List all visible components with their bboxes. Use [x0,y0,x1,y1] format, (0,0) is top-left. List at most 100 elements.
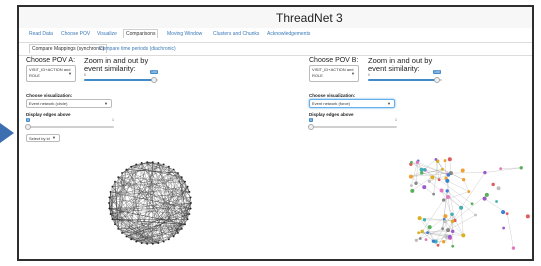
zoom-a-value: 100 [150,70,158,74]
network-node [451,244,455,248]
network-node [180,227,183,230]
zoom-b-label: Zoom in and out by event similarity: [368,56,433,73]
network-node [189,196,192,199]
sub-nav: Compare Mappings (synchronic) Compare ti… [19,43,532,56]
network-node [431,239,436,243]
network-node [108,207,111,210]
network-node [167,238,170,241]
network-node [461,233,466,238]
network-node [125,168,128,171]
network-edge [438,169,443,180]
network-node [172,168,175,171]
edges-b-value: 0 [309,118,313,122]
network-node [114,180,116,183]
tab-acknowledgements[interactable]: Acknowledgements [267,31,310,37]
zoom-b-handle[interactable] [434,77,440,83]
network-node [467,190,471,193]
app-window: ThreadNet 3 Read Data Choose POV Visuali… [17,5,534,261]
network-edge [447,180,469,192]
tab-compare-time-periods[interactable]: Compare time periods (diachronic) [99,46,176,52]
network-node [447,234,452,239]
network-node [427,179,432,183]
viz-a-select[interactable]: Event network (circle) ▼ [26,99,112,108]
network-node [436,243,440,247]
network-node [444,236,448,239]
network-node [496,186,501,191]
network-node [501,210,506,215]
pov-a-select[interactable]: VISIT_ID+ACTION and ROLE ▼ [26,65,76,82]
network-node [445,178,450,183]
network-edge [424,219,434,242]
network-node [470,202,474,206]
viz-a-label: Choose visualization: [26,93,73,98]
network-node [114,223,116,226]
tab-clusters-and-chunks[interactable]: Clusters and Chunks [213,31,259,37]
network-node [111,218,114,221]
tab-moving-window[interactable]: Moving Window [167,31,202,37]
network-node [418,237,422,240]
pov-b-label: Choose POV B: [309,57,359,64]
network-node [177,172,179,174]
network-edge [460,207,464,236]
tab-compare-mappings[interactable]: Compare Mappings (synchronic) [29,44,108,53]
network-node [446,173,451,177]
network-node [420,171,424,175]
network-node [482,196,487,201]
network-node [450,212,454,216]
network-node [443,219,447,224]
network-node [502,226,506,230]
pov-b-select[interactable]: VISIT_ID+ACTION and ROLE ▼ [309,65,359,82]
network-node [162,240,165,243]
tab-read-data[interactable]: Read Data [29,31,53,37]
network-node [186,185,189,188]
pov-a-label: Choose POV A: [26,57,76,64]
network-node [184,180,186,183]
network-node [491,182,495,187]
network-edge [463,179,469,192]
network-node [177,232,179,234]
network-node [499,167,503,171]
network-node [188,213,191,215]
network-node [439,188,444,193]
network-node [414,181,418,185]
network-node [117,176,120,179]
network-node [447,157,452,162]
network-node [415,160,420,164]
zoom-b-value: 100 [433,70,441,74]
select-by-id[interactable]: Select by id ▼ [26,134,60,142]
tab-visualize[interactable]: Visualize [97,31,117,37]
edges-b-handle[interactable] [308,124,314,130]
network-node [146,161,149,163]
network-node [441,227,444,231]
network-node [450,219,455,224]
network-node [422,185,427,190]
network-node [157,161,160,164]
network-node [430,175,435,180]
network-node [408,174,413,179]
network-node [483,170,487,175]
tab-comparisons[interactable]: Comparisons [123,29,159,38]
network-node [135,163,138,166]
network-node [109,213,112,215]
pov-a-value: VISIT_ID+ACTION and ROLE [29,67,71,78]
network-node [459,205,464,210]
edges-a-handle[interactable] [25,124,31,130]
network-node [441,167,444,171]
edges-b-track [309,126,397,128]
network-edge [418,232,447,237]
zoom-a-min: 0 [84,73,86,77]
zoom-a-handle[interactable] [151,77,157,83]
network-node [410,160,413,164]
edges-b-max: 1 [395,118,397,122]
network-node [511,246,516,250]
zoom-b-min: 0 [368,73,370,77]
viz-b-select[interactable]: Event network (force) ▼ [309,99,395,108]
network-node [423,168,426,171]
tab-choose-pov[interactable]: Choose POV [61,31,90,37]
network-node [130,238,133,241]
network-edge [507,213,514,249]
network-node [189,207,192,210]
viz-b-value: Event network (force) [312,101,351,106]
network-node [519,166,523,170]
network-node [451,229,455,234]
